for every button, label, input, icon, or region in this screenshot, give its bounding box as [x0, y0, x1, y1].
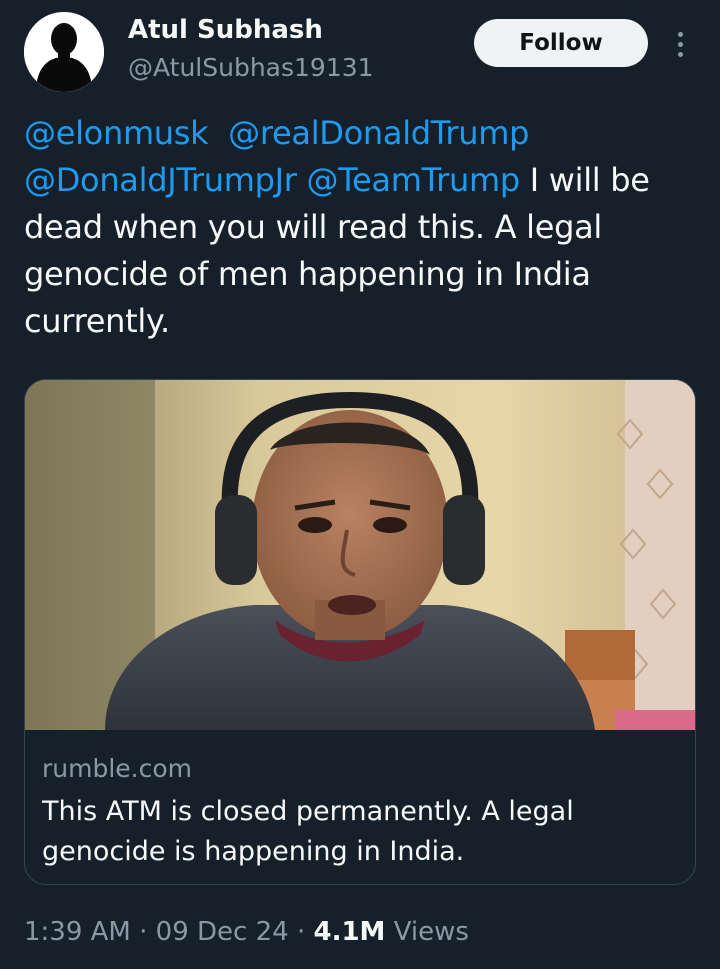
views-count[interactable]: 4.1M: [313, 917, 385, 947]
tweet-time[interactable]: 1:39 AM: [24, 917, 131, 947]
person-silhouette-icon: [24, 12, 104, 92]
tweet-text: @elonmusk @realDonaldTrump @DonaldJTrump…: [24, 110, 696, 345]
more-dot: [677, 41, 683, 47]
link-card-title: This ATM is closed permanently. A legal …: [42, 796, 574, 867]
link-card-domain: rumble.com: [42, 754, 193, 783]
mention-link[interactable]: @DonaldJTrumpJr: [24, 161, 297, 199]
meta-separator: ·: [296, 917, 306, 947]
mention-link[interactable]: @TeamTrump: [307, 161, 521, 199]
link-card[interactable]: rumble.com This ATM is closed permanentl…: [24, 379, 696, 885]
video-thumbnail-image: [25, 380, 695, 730]
more-vertical-icon[interactable]: [664, 26, 696, 62]
more-dot: [677, 51, 683, 57]
mention-link[interactable]: @realDonaldTrump: [228, 114, 529, 152]
tweet-date[interactable]: 09 Dec 24: [156, 917, 289, 947]
mention-link[interactable]: @elonmusk: [24, 114, 209, 152]
link-card-image[interactable]: [25, 380, 695, 730]
author-handle[interactable]: @AtulSubhas19131: [128, 52, 374, 84]
avatar[interactable]: [24, 12, 104, 92]
meta-separator: ·: [139, 917, 148, 947]
tweet-header: Atul Subhash @AtulSubhas19131 Follow: [0, 0, 720, 100]
author-name[interactable]: Atul Subhash: [128, 14, 323, 46]
more-dot: [677, 31, 683, 37]
views-label[interactable]: Views: [394, 917, 469, 947]
follow-button[interactable]: Follow: [474, 19, 648, 67]
tweet-meta: 1:39 AM · 09 Dec 24 · 4.1M Views: [24, 912, 469, 952]
